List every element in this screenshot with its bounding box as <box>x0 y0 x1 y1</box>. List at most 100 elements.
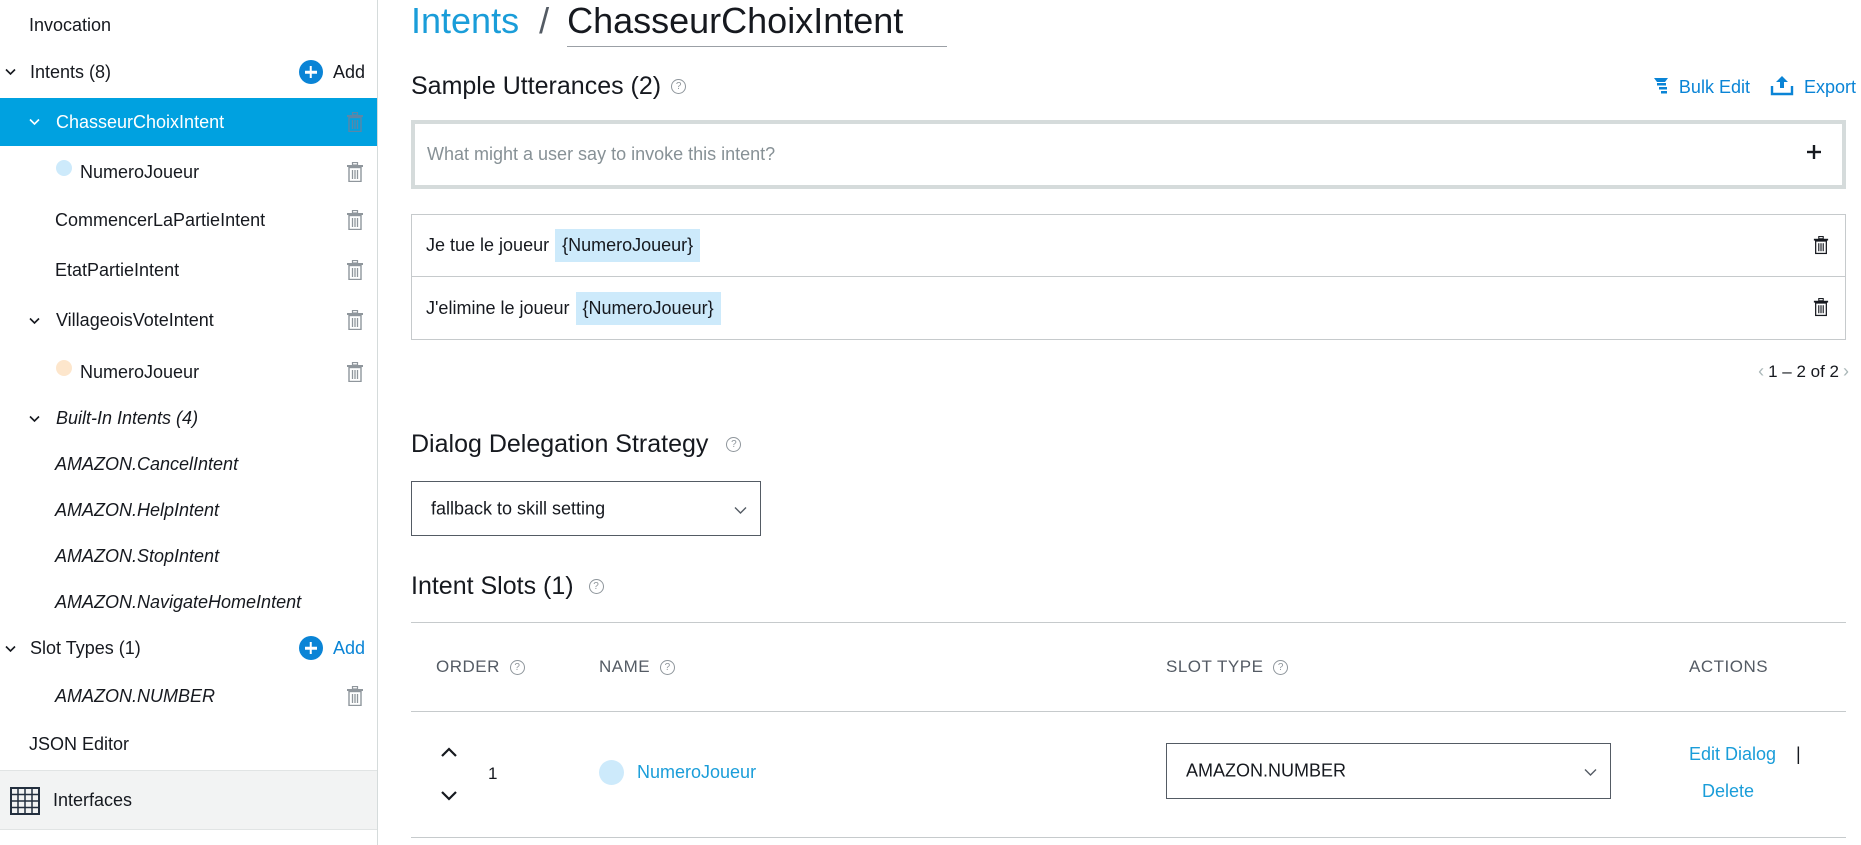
sidebar-item-label: AMAZON.StopIntent <box>55 545 220 566</box>
trash-icon[interactable] <box>345 685 365 707</box>
sidebar-item-interfaces[interactable]: Interfaces <box>0 770 377 830</box>
intent-name-field[interactable]: ChasseurChoixIntent <box>567 0 948 47</box>
trash-icon[interactable] <box>345 259 365 281</box>
sidebar-item-amazon-navigatehomeintent[interactable]: AMAZON.NavigateHomeIntent <box>0 582 377 622</box>
table-row: 1 NumeroJoueur AMAZON.NUMBER Edit Dialog… <box>411 712 1846 838</box>
export-label: Export <box>1803 77 1856 97</box>
utterance-slot-chip[interactable]: {NumeroJoueur} <box>575 291 721 325</box>
utterance-slot-chip[interactable]: {NumeroJoueur} <box>555 229 701 262</box>
sidebar-item-builtin-intents[interactable]: Built-In Intents (4) <box>0 398 377 438</box>
breadcrumb-intents-link[interactable]: Intents <box>411 0 519 42</box>
sidebar-item-amazon-helpintent[interactable]: AMAZON.HelpIntent <box>0 490 377 530</box>
bulk-edit-label: Bulk Edit <box>1678 77 1750 97</box>
utterance-row[interactable]: Je tue le joueur {NumeroJoueur} <box>412 215 1845 277</box>
prev-page-icon[interactable]: ‹ <box>1758 361 1764 382</box>
sidebar-item-invocation[interactable]: Invocation <box>0 6 377 44</box>
intent-slots-title: Intent Slots (1) ? <box>411 572 604 601</box>
sidebar-item-numerojoueur-slot-2[interactable]: NumeroJoueur <box>0 352 377 392</box>
pager-text: 1 – 2 of 2 <box>1768 361 1839 381</box>
help-icon[interactable]: ? <box>588 579 604 594</box>
table-header: ORDER ? NAME ? SLOT TYPE ? ACTIONS <box>411 622 1846 712</box>
sidebar-item-intents[interactable]: Intents (8) Add <box>0 52 377 92</box>
sidebar-item-label: Invocation <box>29 14 112 35</box>
sidebar-item-label: CommencerLaPartieIntent <box>55 209 266 230</box>
sample-utterances-title: Sample Utterances (2) ? <box>411 72 687 101</box>
sidebar-item-label: Slot Types (1) <box>30 637 141 658</box>
slot-name-link[interactable]: NumeroJoueur <box>637 762 756 783</box>
sidebar-item-json-editor[interactable]: JSON Editor <box>0 724 377 764</box>
sidebar-item-amazon-cancelintent[interactable]: AMAZON.CancelIntent <box>0 444 377 484</box>
sidebar-item-slot-types[interactable]: Slot Types (1) Add <box>0 628 377 668</box>
breadcrumb: Intents / ChasseurChoixIntent <box>411 0 948 50</box>
sidebar-item-etatpartieintent[interactable]: EtatPartieIntent <box>0 250 377 290</box>
trash-icon[interactable] <box>345 361 365 383</box>
sidebar-item-label: Interfaces <box>53 790 133 810</box>
add-label: Add <box>332 61 365 82</box>
edit-dialog-link[interactable]: Edit Dialog <box>1689 744 1776 765</box>
help-icon[interactable]: ? <box>726 437 742 452</box>
sidebar-item-chasseurchoixintent[interactable]: ChasseurChoixIntent <box>0 98 377 146</box>
sidebar-item-numerojoueur-slot[interactable]: NumeroJoueur <box>0 152 377 192</box>
slot-order: 1 <box>488 764 498 783</box>
bulk-edit-button[interactable]: Bulk Edit <box>1653 74 1750 101</box>
help-icon[interactable]: ? <box>509 659 525 675</box>
action-separator: | <box>1796 744 1801 764</box>
plus-circle-icon <box>298 60 323 84</box>
main-content: Intents / ChasseurChoixIntent Sample Utt… <box>378 0 1861 845</box>
move-up-icon <box>441 747 457 757</box>
sidebar-item-label: ChasseurChoixIntent <box>56 111 225 132</box>
next-page-icon[interactable]: › <box>1843 361 1849 382</box>
slot-type-select[interactable]: AMAZON.NUMBER <box>1166 743 1611 799</box>
column-label: ORDER <box>436 657 500 676</box>
sidebar-item-label: NumeroJoueur <box>80 361 200 382</box>
add-utterance-icon[interactable] <box>1804 142 1824 162</box>
dialog-delegation-select[interactable]: fallback to skill setting <box>411 481 761 536</box>
help-icon[interactable]: ? <box>1273 659 1289 675</box>
add-slot-type-button[interactable]: Add <box>298 636 365 660</box>
chevron-down-icon[interactable] <box>5 68 16 78</box>
trash-icon[interactable] <box>1813 297 1829 322</box>
export-button[interactable]: Export <box>1770 74 1856 101</box>
trash-icon[interactable] <box>1813 235 1829 260</box>
column-name: NAME ? <box>599 657 676 677</box>
utterance-input[interactable] <box>427 138 1767 170</box>
sidebar-item-villageoisvoteintent[interactable]: VillageoisVoteIntent <box>0 300 377 340</box>
trash-icon[interactable] <box>345 161 365 183</box>
chevron-down-icon[interactable] <box>29 118 40 128</box>
help-icon[interactable]: ? <box>671 79 687 94</box>
trash-icon[interactable] <box>345 111 365 133</box>
utterance-text: J'elimine le joueur <box>426 297 570 318</box>
chevron-down-icon[interactable] <box>29 317 40 327</box>
breadcrumb-separator: / <box>539 0 550 41</box>
add-intent-button[interactable]: Add <box>298 60 365 84</box>
section-title-text: Sample Utterances (2) <box>411 72 662 100</box>
sidebar-item-amazon-number[interactable]: AMAZON.NUMBER <box>0 676 377 716</box>
delete-slot-link[interactable]: Delete <box>1702 781 1754 802</box>
plus-circle-icon <box>298 636 323 660</box>
column-label: NAME <box>599 657 651 676</box>
add-label: Add <box>332 637 365 658</box>
utterance-list: Je tue le joueur {NumeroJoueur} J'elimin… <box>411 214 1846 340</box>
column-actions: ACTIONS <box>1689 657 1768 677</box>
sidebar-item-label: AMAZON.NUMBER <box>55 685 216 706</box>
sidebar-item-label: JSON Editor <box>29 733 130 754</box>
section-title-text: Dialog Delegation Strategy <box>411 430 709 458</box>
sidebar-item-label: Built-In Intents (4) <box>56 407 199 428</box>
utterance-row[interactable]: J'elimine le joueur {NumeroJoueur} <box>412 277 1845 339</box>
chevron-down-icon[interactable] <box>29 415 40 425</box>
utterance-pager: ‹ 1 – 2 of 2 › <box>1758 361 1849 382</box>
chevron-down-icon[interactable] <box>5 645 16 655</box>
trash-icon[interactable] <box>345 209 365 231</box>
utterance-actions: Bulk Edit Export <box>1653 74 1856 101</box>
reorder-arrows <box>439 742 459 806</box>
help-icon[interactable]: ? <box>660 659 676 675</box>
sidebar-item-label: EtatPartieIntent <box>55 259 180 280</box>
dialog-delegation-title: Dialog Delegation Strategy ? <box>411 430 742 459</box>
sidebar-item-label: AMAZON.HelpIntent <box>55 499 220 520</box>
column-order: ORDER ? <box>436 657 525 677</box>
trash-icon[interactable] <box>345 309 365 331</box>
sidebar-item-amazon-stopintent[interactable]: AMAZON.StopIntent <box>0 536 377 576</box>
slot-dot-icon <box>56 360 72 376</box>
select-value: AMAZON.NUMBER <box>1186 760 1347 781</box>
sidebar-item-commencerlapartieintent[interactable]: CommencerLaPartieIntent <box>0 200 377 240</box>
